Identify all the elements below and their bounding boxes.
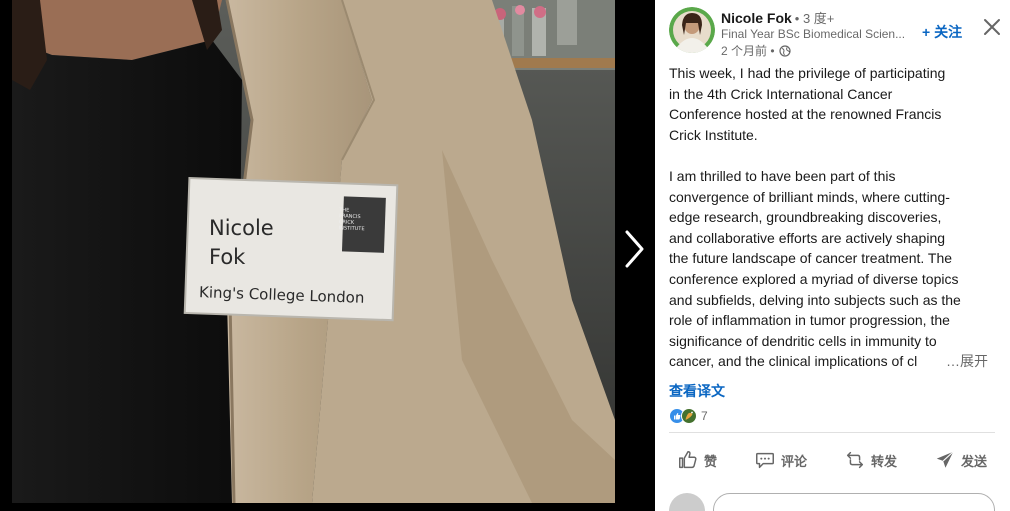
badge-logo: THE FRANCIS CRICK INSTITUTE xyxy=(339,207,380,232)
see-translation-link[interactable]: 查看译文 xyxy=(669,381,725,401)
post-text: This week, I had the privilege of partic… xyxy=(669,63,991,372)
comment-button[interactable]: 评论 xyxy=(746,440,815,480)
comment-input[interactable] xyxy=(713,493,995,511)
text-line: This week, I had the privilege of partic… xyxy=(669,65,946,81)
text-line-truncated: cancer, and the clinical implications of… xyxy=(669,353,918,370)
author-name[interactable]: Nicole Fok xyxy=(721,10,792,26)
text-line: in the 4th Crick International Cancer xyxy=(669,85,893,102)
thumbs-up-icon xyxy=(679,451,697,469)
chevron-right-icon xyxy=(625,230,644,268)
author-avatar[interactable] xyxy=(669,7,715,53)
post-time: 2 个月前 • xyxy=(721,44,775,58)
connection-degree: • 3 度+ xyxy=(794,11,835,26)
post-meta: 2 个月前 • xyxy=(721,42,791,59)
globe-icon xyxy=(778,44,791,57)
social-actions-bar: 赞 评论 转发 发送 xyxy=(669,440,995,480)
next-photo-button[interactable] xyxy=(618,226,650,272)
reaction-count: 7 xyxy=(701,409,708,423)
badge-name-line1: Nicole xyxy=(209,216,274,240)
text-line: conference explored a myriad of diverse … xyxy=(669,270,959,287)
like-label: 赞 xyxy=(704,453,718,469)
text-line: significance of dendritic cells in immun… xyxy=(669,332,937,349)
text-line: and collaborative efforts are actively s… xyxy=(669,229,946,246)
text-line: convergence of brilliant minds, where cu… xyxy=(669,188,950,205)
text-line: and subfields, delving into subjects suc… xyxy=(669,291,961,308)
comment-composer xyxy=(669,493,995,511)
post-panel: Nicole Fok • 3 度+ Final Year BSc Biomedic… xyxy=(655,0,1010,511)
text-line: Crick Institute. xyxy=(669,126,758,143)
divider xyxy=(669,432,995,433)
post-photo: Nicole Fok King's College London THE FRA… xyxy=(12,0,615,503)
author-headline: Final Year BSc Biomedical Scien... xyxy=(721,27,906,41)
see-more-button[interactable]: …展开 xyxy=(946,351,988,372)
close-icon xyxy=(984,19,1000,35)
viewer-avatar xyxy=(669,493,705,511)
reaction-summary[interactable]: 7 xyxy=(669,408,708,424)
follow-button[interactable]: + 关注 xyxy=(922,22,962,42)
send-icon xyxy=(936,451,954,468)
text-line: role of inflammation in tumor progressio… xyxy=(669,312,950,329)
text-line: the future landscape of cancer treatment… xyxy=(669,250,953,267)
like-button[interactable]: 赞 xyxy=(669,440,725,480)
text-line: edge research, groundbreaking discoverie… xyxy=(669,209,942,226)
repost-icon xyxy=(846,451,864,469)
photo-illustration xyxy=(12,0,615,503)
close-button[interactable] xyxy=(981,16,1003,38)
badge-name-line2: Fok xyxy=(209,245,246,269)
post-header: Nicole Fok • 3 度+ Final Year BSc Biomedic… xyxy=(655,0,1010,62)
comment-icon xyxy=(756,452,774,469)
photo-viewer: Nicole Fok King's College London THE FRA… xyxy=(0,0,655,511)
author-name-line: Nicole Fok • 3 度+ xyxy=(721,8,834,28)
avatar-photo xyxy=(669,7,715,53)
send-label: 发送 xyxy=(960,453,987,469)
text-line: I am thrilled to have been part of this xyxy=(669,167,896,184)
comment-label: 评论 xyxy=(780,453,807,469)
repost-label: 转发 xyxy=(870,453,897,469)
send-button[interactable]: 发送 xyxy=(926,440,995,480)
repost-button[interactable]: 转发 xyxy=(836,440,905,480)
celebrate-reaction-icon xyxy=(681,408,697,424)
text-line: Conference hosted at the renowned Franci… xyxy=(669,106,942,123)
